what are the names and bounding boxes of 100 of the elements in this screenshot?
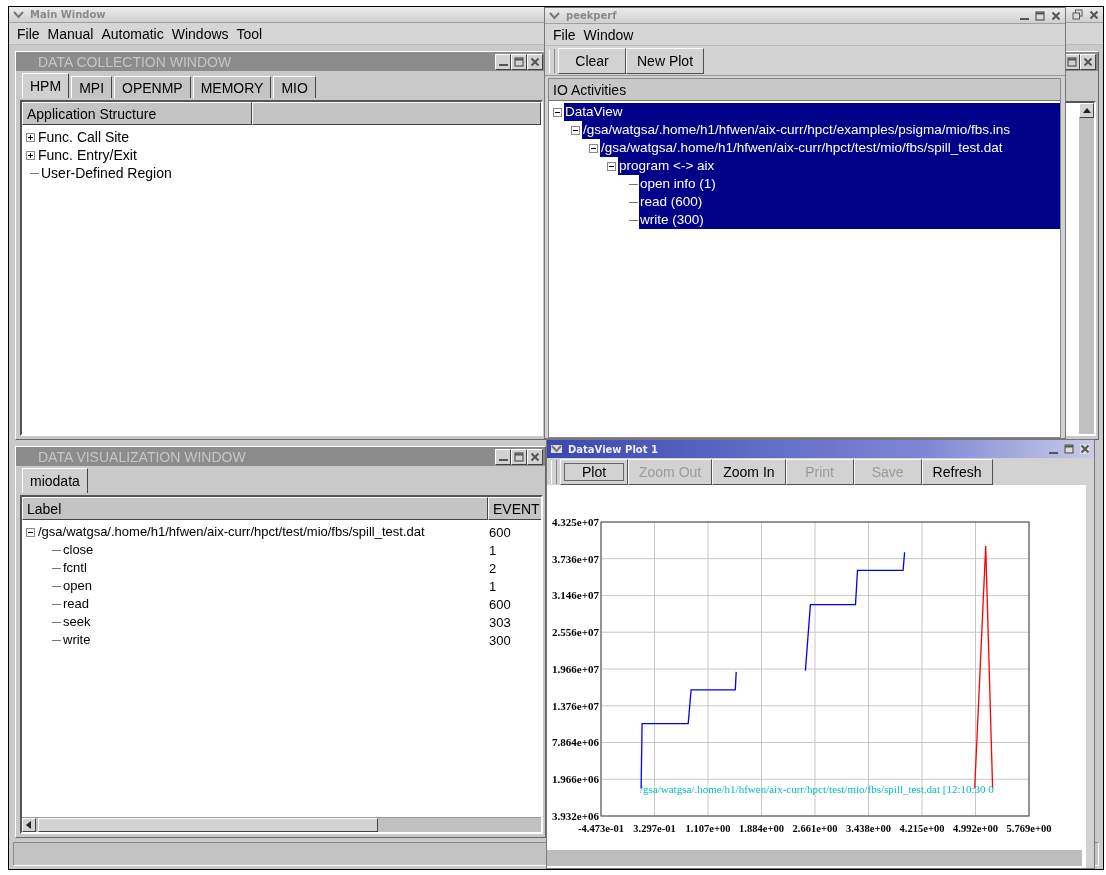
minimize-icon[interactable] xyxy=(1049,451,1058,454)
vertical-scrollbar[interactable] xyxy=(1079,103,1094,434)
close-button[interactable] xyxy=(527,53,543,70)
up-arrow-icon xyxy=(1082,106,1091,115)
tree-item[interactable]: /gsa/watgsa/.home/h1/hfwen/aix-curr/hpct/test/mio/fbs/spill_test.dat xyxy=(600,139,1060,157)
close-icon[interactable] xyxy=(1089,9,1099,20)
toolbar-button[interactable]: New Plot xyxy=(626,47,705,74)
tree-item[interactable]: open xyxy=(62,577,93,595)
menu-item[interactable]: Automatic xyxy=(97,25,168,42)
axis-label: 1.884e+00 xyxy=(739,823,784,834)
tree-item[interactable]: write xyxy=(62,631,92,649)
window-title: Main Window xyxy=(30,9,106,20)
scroll-up-button[interactable] xyxy=(1079,103,1094,118)
menu-item[interactable]: Windows xyxy=(167,25,233,42)
column-header[interactable] xyxy=(252,102,541,125)
tree-item[interactable]: User-Defined Region xyxy=(40,164,173,182)
maximize-button[interactable] xyxy=(511,53,527,70)
tree-item[interactable]: open info (1) xyxy=(639,175,1060,193)
menu-item[interactable]: File xyxy=(549,26,580,43)
tree-item[interactable]: read xyxy=(62,595,91,613)
column-header[interactable]: EVENT xyxy=(488,497,541,520)
minimize-button[interactable] xyxy=(495,53,511,70)
axis-label: 2.556e+07 xyxy=(552,626,599,639)
axis-label: 5.769e+00 xyxy=(1006,823,1052,834)
window-menu-icon[interactable] xyxy=(551,445,562,453)
collapse-icon[interactable] xyxy=(571,125,580,135)
menu-item[interactable]: File xyxy=(13,25,44,42)
axis-label: 3.736e+07 xyxy=(552,552,599,565)
axis-label: 4.992e+00 xyxy=(953,823,998,834)
tab[interactable]: MEMORY xyxy=(192,76,272,98)
tree-item[interactable]: program <-> aix xyxy=(618,157,1060,175)
axis-label: 1.107e+00 xyxy=(685,823,731,834)
tree-item[interactable]: Func. Entry/Exit xyxy=(37,146,138,164)
table-cell: 303 xyxy=(489,614,511,630)
minimize-icon xyxy=(498,459,508,461)
minimize-icon xyxy=(498,64,508,66)
close-icon[interactable] xyxy=(1080,444,1090,454)
toolbar-button[interactable]: Zoom In xyxy=(712,458,786,485)
collapse-icon[interactable] xyxy=(607,161,616,171)
tree-item[interactable]: DataView xyxy=(564,103,1060,121)
close-icon xyxy=(530,451,540,462)
close-icon xyxy=(530,56,540,67)
window-title: DataView Plot 1 xyxy=(568,443,658,455)
axis-label: 7.864e+06 xyxy=(552,736,599,749)
axis-label: -4.473e-01 xyxy=(578,823,624,834)
restore-icon[interactable] xyxy=(1072,9,1083,20)
window-title: peekperf xyxy=(566,10,617,21)
menu-item[interactable]: Manual xyxy=(43,25,98,42)
tree-item[interactable]: close xyxy=(62,541,95,559)
minimize-button[interactable] xyxy=(495,448,511,465)
toolbar-button[interactable]: Refresh xyxy=(921,458,993,485)
collapse-icon[interactable] xyxy=(553,107,562,117)
tab[interactable]: MPI xyxy=(71,76,112,98)
close-button[interactable] xyxy=(1080,53,1096,70)
table-cell: 1 xyxy=(489,578,497,594)
axis-label: 1.966e+06 xyxy=(552,773,599,786)
maximize-icon[interactable] xyxy=(1035,10,1045,21)
table-cell: 1 xyxy=(489,542,497,558)
maximize-icon xyxy=(514,56,524,67)
tab[interactable]: MIO xyxy=(273,76,316,98)
axis-label: 3.438e+00 xyxy=(846,823,891,834)
legend-label: /gsa/watgsa/.home/h1/hfwen/aix-curr/hpct/test/mio/fbs/spill_test.dat [12:10:30 0 xyxy=(640,783,994,795)
close-icon xyxy=(1083,56,1093,67)
tree-item[interactable]: /gsa/watgsa/.home/h1/hfwen/aix-curr/hpct/examples/psigma/mio/fbs.ins xyxy=(582,121,1060,139)
table-cell: 600 xyxy=(489,596,511,612)
axis-label: 1.376e+07 xyxy=(552,699,599,712)
maximize-icon xyxy=(1067,56,1077,67)
window-menu-icon[interactable] xyxy=(549,11,560,20)
expand-icon[interactable] xyxy=(26,150,35,160)
tab[interactable]: miodata xyxy=(22,468,88,493)
menu-item[interactable]: Window xyxy=(579,26,638,43)
axis-label: 4.215e+00 xyxy=(899,823,945,834)
tree-item[interactable]: /gsa/watgsa/.home/h1/hfwen/aix-curr/hpct/test/mio/fbs/spill_test.dat xyxy=(37,523,426,541)
column-header[interactable]: Application Structure xyxy=(22,102,252,125)
collapse-icon[interactable] xyxy=(589,143,598,153)
close-icon[interactable] xyxy=(1051,10,1061,21)
maximize-icon[interactable] xyxy=(1064,444,1074,454)
column-header[interactable]: Label xyxy=(22,497,488,520)
toolbar-button[interactable]: Plot xyxy=(560,458,628,485)
tree-item[interactable]: fcntl xyxy=(62,559,88,577)
tree-item[interactable]: read (600) xyxy=(639,193,1060,211)
menu-item[interactable]: Tool xyxy=(232,25,267,42)
tree-item[interactable]: Func. Call Site xyxy=(37,128,131,146)
table-cell: 2 xyxy=(489,560,497,576)
axis-label: 4.325e+07 xyxy=(552,516,599,528)
toolbar-button[interactable]: Clear xyxy=(558,47,626,74)
expand-icon[interactable] xyxy=(26,132,35,142)
window-menu-icon[interactable] xyxy=(13,10,24,19)
horizontal-scrollbar[interactable] xyxy=(22,817,541,832)
maximize-button[interactable] xyxy=(511,448,527,465)
axis-label: 3.146e+07 xyxy=(552,589,599,602)
tree-item[interactable]: seek xyxy=(62,613,92,631)
tab[interactable]: OPENMP xyxy=(114,76,191,98)
tree-item[interactable]: write (300) xyxy=(639,211,1060,229)
axis-label: 3.297e-01 xyxy=(633,823,676,834)
table-cell: 600 xyxy=(489,524,511,540)
close-button[interactable] xyxy=(527,448,543,465)
scroll-left-button[interactable] xyxy=(22,818,36,832)
tab[interactable]: HPM xyxy=(22,73,70,98)
collapse-icon[interactable] xyxy=(26,527,35,537)
